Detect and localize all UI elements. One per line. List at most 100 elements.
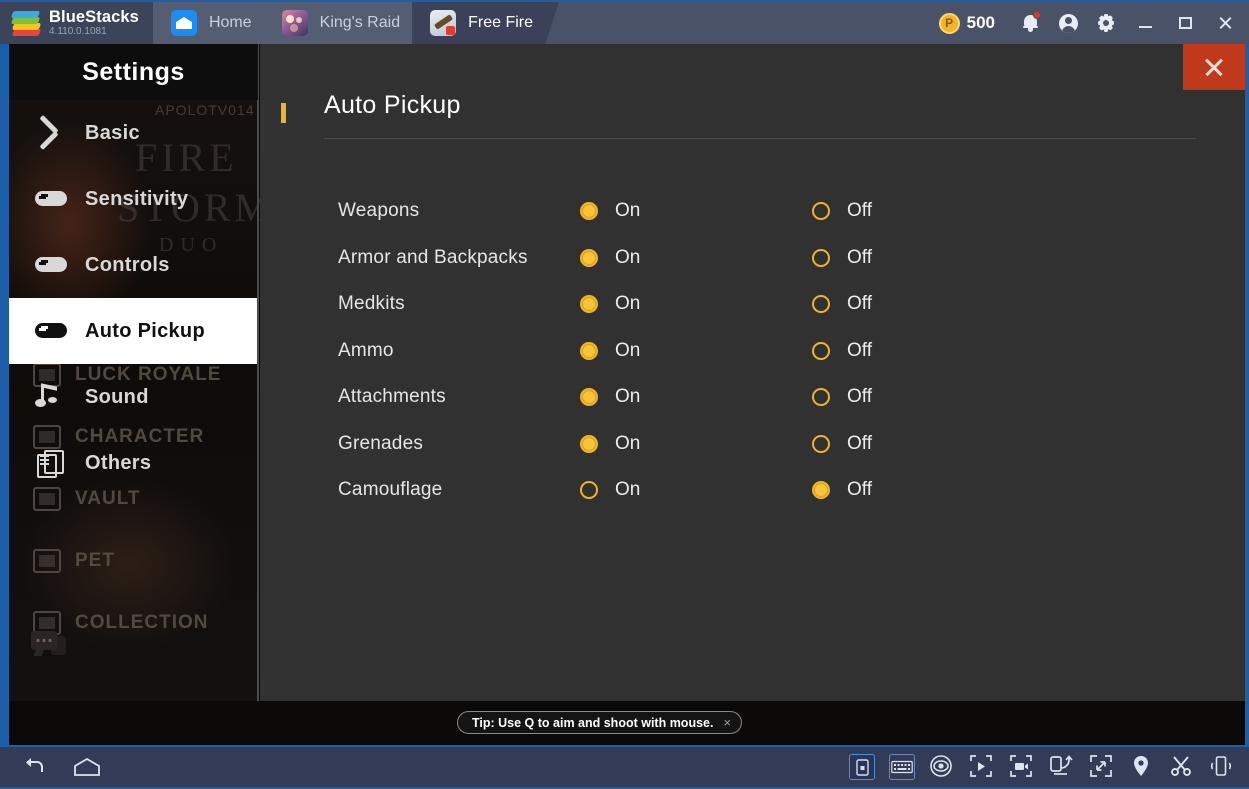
tip-close-button[interactable]: ×: [723, 715, 731, 730]
option-label: Medkits: [338, 293, 405, 315]
settings-gear-icon[interactable]: [1087, 2, 1125, 44]
music-note-icon: [35, 383, 69, 410]
tab-home[interactable]: Home: [153, 1, 278, 44]
option-label: Grenades: [338, 432, 424, 454]
radio-off-ammo[interactable]: Off: [812, 340, 872, 362]
radio-off-grenades[interactable]: Off: [812, 433, 872, 455]
auto-pickup-panel: Auto Pickup Weapons On Off Armor and Bac…: [260, 44, 1245, 701]
auto-pickup-options-list: Weapons On Off Armor and Backpacks On Of…: [260, 188, 1245, 514]
back-arrow-icon[interactable]: [20, 754, 46, 780]
sidebar-item-sound[interactable]: Sound: [9, 364, 258, 430]
radio-on-label: On: [615, 339, 641, 361]
notification-badge: [1033, 11, 1041, 19]
sidebar-item-label: Controls: [85, 253, 170, 276]
option-label: Ammo: [338, 339, 394, 361]
radio-off-medkits[interactable]: Off: [812, 293, 872, 315]
radio-icon-on: [580, 341, 598, 360]
settings-header: Settings: [9, 44, 258, 100]
radio-off-label: Off: [847, 339, 872, 361]
option-row-camouflage: Camouflage On Off: [260, 467, 1245, 514]
radio-icon-on: [580, 434, 598, 453]
tab-free-fire[interactable]: Free Fire: [412, 1, 559, 44]
close-button[interactable]: [1205, 2, 1245, 44]
radio-icon-off: [812, 202, 830, 221]
scissors-icon[interactable]: [1169, 754, 1195, 780]
radio-on-attachments[interactable]: On: [580, 386, 812, 408]
home-outline-icon[interactable]: [72, 754, 100, 780]
radio-icon-off: [812, 341, 830, 360]
sidebar-item-label: Sound: [85, 385, 149, 408]
radio-off-weapons[interactable]: Off: [812, 200, 872, 222]
option-label: Armor and Backpacks: [338, 246, 528, 268]
radio-icon-on: [580, 202, 598, 221]
tab-free-fire-label: Free Fire: [468, 14, 533, 31]
points-value: 500: [966, 13, 995, 32]
sidebar-item-auto-pickup[interactable]: Auto Pickup: [9, 298, 258, 364]
radio-off-label: Off: [847, 293, 872, 315]
radio-on-grenades[interactable]: On: [580, 433, 812, 455]
eye-icon[interactable]: [929, 754, 955, 780]
sidebar-item-basic[interactable]: Basic: [9, 100, 258, 166]
radio-on-medkits[interactable]: On: [580, 293, 812, 315]
kings-raid-icon: [282, 10, 308, 36]
title-divider: [324, 138, 1196, 139]
radio-icon-off: [812, 248, 830, 267]
option-row-attachments: Attachments On Off: [260, 374, 1245, 421]
tab-kings-raid[interactable]: King's Raid: [264, 1, 426, 44]
radio-on-ammo[interactable]: On: [580, 340, 812, 362]
panel-close-button[interactable]: [1183, 44, 1245, 90]
radio-off-camouflage[interactable]: Off: [812, 479, 872, 501]
option-row-grenades: Grenades On Off: [260, 421, 1245, 468]
keyboard-icon[interactable]: [889, 754, 915, 780]
location-pin-icon[interactable]: [1129, 754, 1155, 780]
points-badge[interactable]: P 500: [938, 12, 995, 34]
bluestacks-logo-icon: [10, 10, 42, 36]
option-label: Camouflage: [338, 479, 443, 501]
radio-on-camouflage[interactable]: On: [580, 479, 812, 501]
gamepad-icon: [35, 318, 69, 344]
tab-home-label: Home: [208, 14, 252, 31]
copy-icon: [35, 450, 69, 478]
brand-name: BlueStacks: [49, 7, 139, 26]
sidebar-item-controls[interactable]: Controls: [9, 232, 258, 298]
gamepad-icon: [35, 252, 69, 278]
emulator-frame: APOLOTV014 FIRE STORM DUO LUCK ROYALE CH…: [0, 44, 1249, 745]
brand-version: 4.110.0.1081: [49, 26, 107, 38]
radio-off-attachments[interactable]: Off: [812, 386, 872, 408]
shake-phone-icon[interactable]: [1209, 754, 1235, 780]
radio-icon-on: [580, 481, 598, 500]
sidebar-item-sensitivity[interactable]: Sensitivity: [9, 166, 258, 232]
radio-off-label: Off: [847, 479, 872, 501]
maximize-button[interactable]: [1165, 2, 1205, 44]
game-viewport: APOLOTV014 FIRE STORM DUO LUCK ROYALE CH…: [9, 44, 1245, 745]
title-accent-bar: [281, 103, 286, 123]
settings-sidebar: Settings Basic Sensitivity Controls Auto…: [9, 44, 259, 701]
option-row-weapons: Weapons On Off: [260, 188, 1245, 235]
bluestacks-window: BlueStacks 4.110.0.1081 Home King's Raid…: [0, 0, 1249, 789]
radio-icon-on: [580, 295, 598, 314]
top-bar: BlueStacks 4.110.0.1081 Home King's Raid…: [0, 0, 1249, 44]
rotate-screen-icon[interactable]: [1049, 754, 1075, 780]
radio-off-label: Off: [847, 246, 872, 268]
radio-on-weapons[interactable]: On: [580, 200, 812, 222]
tab-strip: Home King's Raid Free Fire: [153, 1, 545, 44]
tab-kings-raid-label: King's Raid: [319, 14, 401, 31]
radio-off-armor-and-backpacks[interactable]: Off: [812, 247, 872, 269]
sidebar-item-label: Sensitivity: [85, 187, 189, 210]
bottom-right-controls: [849, 754, 1249, 780]
notification-bell-icon[interactable]: [1011, 2, 1049, 44]
user-avatar-icon[interactable]: [1049, 2, 1087, 44]
radio-icon-on: [580, 388, 598, 407]
game-controls-icon[interactable]: [849, 754, 875, 780]
radio-on-label: On: [615, 246, 641, 268]
screenshot-icon[interactable]: [969, 754, 995, 780]
home-icon: [171, 10, 197, 36]
settings-title: Settings: [82, 57, 185, 86]
video-camera-icon[interactable]: [1009, 754, 1035, 780]
minimize-button[interactable]: [1125, 2, 1165, 44]
radio-on-armor-and-backpacks[interactable]: On: [580, 247, 812, 269]
fullscreen-icon[interactable]: [1089, 754, 1115, 780]
coin-icon: P: [938, 12, 960, 34]
option-row-medkits: Medkits On Off: [260, 281, 1245, 328]
sidebar-item-others[interactable]: Others: [9, 430, 258, 496]
